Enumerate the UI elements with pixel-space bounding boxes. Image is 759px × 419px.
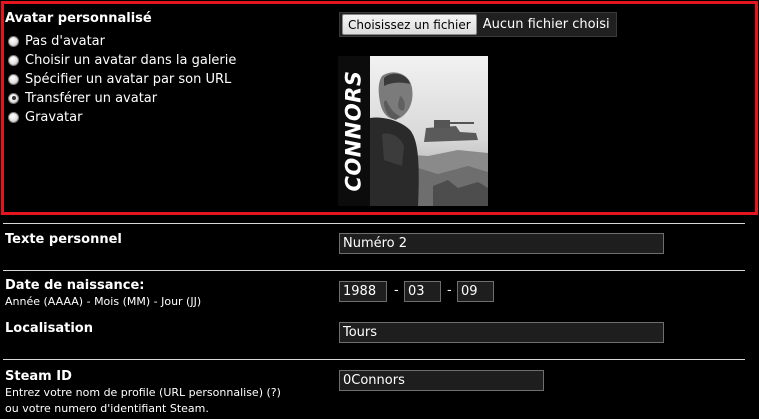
location-input[interactable]: Tours — [339, 322, 664, 343]
birth-day-input[interactable]: 09 — [457, 281, 494, 302]
personal-text-input[interactable]: Numéro 2 — [339, 233, 664, 254]
steam-id-input[interactable]: 0Connors — [339, 370, 544, 391]
steam-id-label: Steam ID — [5, 369, 72, 384]
radio-button-selected[interactable] — [8, 92, 19, 104]
radio-option-url[interactable]: Spécifier un avatar par son URL — [8, 71, 231, 87]
radio-button[interactable] — [8, 73, 19, 85]
radio-label: Pas d'avatar — [25, 33, 105, 49]
radio-option-no-avatar[interactable]: Pas d'avatar — [8, 33, 105, 49]
birthdate-hint: Année (AAAA) - Mois (MM) - Jour (JJ) — [5, 295, 202, 308]
avatar-caption-text: CONNORS — [342, 70, 366, 192]
section-divider — [3, 223, 745, 224]
radio-button[interactable] — [8, 35, 19, 47]
birth-month-input[interactable]: 03 — [404, 281, 441, 302]
radio-option-gravatar[interactable]: Gravatar — [8, 109, 82, 125]
radio-button[interactable] — [8, 54, 19, 66]
steam-id-hint-line2: ou votre numero d'identifiant Steam. — [5, 402, 209, 415]
avatar-caption: CONNORS — [338, 56, 370, 206]
radio-option-gallery[interactable]: Choisir un avatar dans la galerie — [8, 52, 236, 68]
radio-label: Gravatar — [25, 109, 83, 125]
section-divider — [3, 359, 745, 360]
avatar-section-title: Avatar personnalisé — [5, 11, 152, 26]
location-label: Localisation — [5, 321, 93, 336]
choose-file-button[interactable]: Choisissez un fichier — [342, 14, 477, 35]
personal-text-label: Texte personnel — [5, 232, 122, 247]
profile-settings-page: { "avatar": { "title": "Avatar personnal… — [0, 0, 759, 419]
radio-label: Spécifier un avatar par son URL — [25, 71, 232, 87]
birthdate-label: Date de naissance: — [5, 278, 145, 293]
section-divider — [3, 270, 745, 271]
file-upload-field[interactable]: Choisissez un fichier Aucun fichier choi… — [339, 12, 617, 37]
steam-id-hint-line1: Entrez votre nom de profile (URL personn… — [5, 386, 281, 399]
avatar-preview-image: CONNORS — [338, 56, 488, 206]
radio-label: Transférer un avatar — [25, 90, 158, 106]
radio-option-upload[interactable]: Transférer un avatar — [8, 90, 157, 106]
file-status-text: Aucun fichier choisi — [482, 17, 610, 32]
radio-label: Choisir un avatar dans la galerie — [25, 52, 237, 68]
date-separator: - — [394, 283, 399, 298]
birth-year-input[interactable]: 1988 — [339, 281, 387, 302]
radio-button[interactable] — [8, 111, 19, 123]
date-separator: - — [447, 283, 452, 298]
